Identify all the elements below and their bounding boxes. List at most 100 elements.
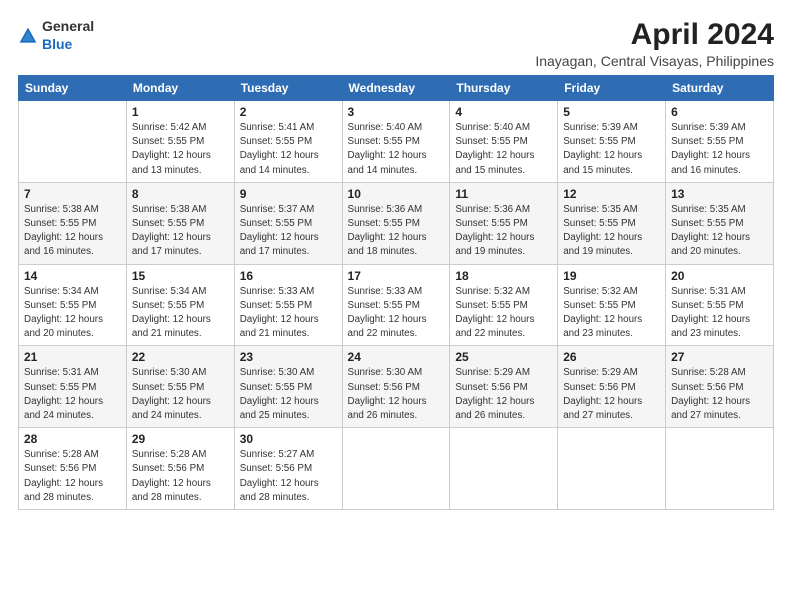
day-cell: 12Sunrise: 5:35 AM Sunset: 5:55 PM Dayli… (558, 182, 666, 264)
day-cell: 13 Sunrise: 5:35 AM Sunset: 5:55 PM Dayli… (666, 182, 774, 264)
day-number: 11 (455, 187, 552, 201)
title-block: April 2024 Inayagan, Central Visayas, Ph… (535, 18, 774, 69)
day-info: Sunrise: 5:38 AM Sunset: 5:55 PM Dayligh… (24, 203, 121, 260)
day-number: 8 (132, 187, 229, 201)
col-header-saturday: Saturday (666, 76, 774, 101)
calendar-table: SundayMondayTuesdayWednesdayThursdayFrid… (18, 75, 774, 510)
week-row-2: 7 Sunrise: 5:38 AM Sunset: 5:55 PM Daylig… (19, 182, 774, 264)
col-header-friday: Friday (558, 76, 666, 101)
day-cell: 30 Sunrise: 5:27 AM Sunset: 5:56 PM Dayli… (234, 428, 342, 510)
day-number: 26 (563, 350, 660, 364)
page: General Blue April 2024 Inayagan, Centra… (0, 0, 792, 520)
day-number: 6 (671, 105, 768, 119)
day-info: Sunrise: 5:32 AM Sunset: 5:55 PM Dayligh… (455, 285, 552, 342)
day-number: 2 (240, 105, 337, 119)
day-info: Sunrise: 5:28 AM Sunset: 5:56 PM Dayligh… (132, 448, 229, 505)
day-number: 1 (132, 105, 229, 119)
day-info: Sunrise: 5:33 AM Sunset: 5:55 PM Dayligh… (348, 285, 445, 342)
day-info: Sunrise: 5:36 AM Sunset: 5:55 PM Dayligh… (455, 203, 552, 260)
day-cell: 15 Sunrise: 5:34 AM Sunset: 5:55 PM Dayli… (126, 264, 234, 346)
day-cell: 25Sunrise: 5:29 AM Sunset: 5:56 PM Dayli… (450, 346, 558, 428)
day-cell (450, 428, 558, 510)
day-info: Sunrise: 5:27 AM Sunset: 5:56 PM Dayligh… (240, 448, 337, 505)
day-info: Sunrise: 5:29 AM Sunset: 5:56 PM Dayligh… (563, 366, 660, 423)
day-cell: 1 Sunrise: 5:42 AM Sunset: 5:55 PM Daylig… (126, 101, 234, 183)
day-number: 29 (132, 432, 229, 446)
day-info: Sunrise: 5:32 AM Sunset: 5:55 PM Dayligh… (563, 285, 660, 342)
week-row-4: 21Sunrise: 5:31 AM Sunset: 5:55 PM Dayli… (19, 346, 774, 428)
day-cell: 4Sunrise: 5:40 AM Sunset: 5:55 PM Daylig… (450, 101, 558, 183)
day-info: Sunrise: 5:40 AM Sunset: 5:55 PM Dayligh… (348, 121, 445, 178)
col-header-wednesday: Wednesday (342, 76, 450, 101)
day-number: 28 (24, 432, 121, 446)
day-cell: 11 Sunrise: 5:36 AM Sunset: 5:55 PM Dayli… (450, 182, 558, 264)
day-cell: 28 Sunrise: 5:28 AM Sunset: 5:56 PM Dayli… (19, 428, 127, 510)
subtitle: Inayagan, Central Visayas, Philippines (535, 53, 774, 69)
day-cell: 27 Sunrise: 5:28 AM Sunset: 5:56 PM Dayli… (666, 346, 774, 428)
day-number: 4 (455, 105, 552, 119)
day-number: 15 (132, 269, 229, 283)
day-info: Sunrise: 5:30 AM Sunset: 5:55 PM Dayligh… (240, 366, 337, 423)
week-row-1: 1 Sunrise: 5:42 AM Sunset: 5:55 PM Daylig… (19, 101, 774, 183)
col-header-monday: Monday (126, 76, 234, 101)
day-number: 22 (132, 350, 229, 364)
day-cell (666, 428, 774, 510)
main-title: April 2024 (535, 18, 774, 51)
logo: General Blue (18, 18, 94, 54)
day-info: Sunrise: 5:41 AM Sunset: 5:55 PM Dayligh… (240, 121, 337, 178)
day-cell: 7 Sunrise: 5:38 AM Sunset: 5:55 PM Daylig… (19, 182, 127, 264)
col-header-thursday: Thursday (450, 76, 558, 101)
day-cell: 29 Sunrise: 5:28 AM Sunset: 5:56 PM Dayli… (126, 428, 234, 510)
day-cell: 18 Sunrise: 5:32 AM Sunset: 5:55 PM Dayli… (450, 264, 558, 346)
day-cell: 21Sunrise: 5:31 AM Sunset: 5:55 PM Dayli… (19, 346, 127, 428)
day-info: Sunrise: 5:31 AM Sunset: 5:55 PM Dayligh… (24, 366, 121, 423)
day-info: Sunrise: 5:39 AM Sunset: 5:55 PM Dayligh… (671, 121, 768, 178)
day-cell: 22 Sunrise: 5:30 AM Sunset: 5:55 PM Dayli… (126, 346, 234, 428)
day-cell: 6 Sunrise: 5:39 AM Sunset: 5:55 PM Daylig… (666, 101, 774, 183)
day-number: 24 (348, 350, 445, 364)
header: General Blue April 2024 Inayagan, Centra… (18, 18, 774, 69)
day-cell: 10 Sunrise: 5:36 AM Sunset: 5:55 PM Dayli… (342, 182, 450, 264)
day-number: 16 (240, 269, 337, 283)
day-cell: 14Sunrise: 5:34 AM Sunset: 5:55 PM Dayli… (19, 264, 127, 346)
day-info: Sunrise: 5:35 AM Sunset: 5:55 PM Dayligh… (671, 203, 768, 260)
day-info: Sunrise: 5:36 AM Sunset: 5:55 PM Dayligh… (348, 203, 445, 260)
day-number: 3 (348, 105, 445, 119)
logo-icon (18, 26, 38, 46)
day-number: 18 (455, 269, 552, 283)
day-cell: 17 Sunrise: 5:33 AM Sunset: 5:55 PM Dayli… (342, 264, 450, 346)
col-header-sunday: Sunday (19, 76, 127, 101)
day-info: Sunrise: 5:33 AM Sunset: 5:55 PM Dayligh… (240, 285, 337, 342)
week-row-3: 14 Sunrise: 5:34 AM Sunset: 5:55 PM Dayli… (19, 264, 774, 346)
logo-blue: Blue (42, 36, 94, 54)
day-cell: 19 Sunrise: 5:32 AM Sunset: 5:55 PM Dayli… (558, 264, 666, 346)
day-cell: 8Sunrise: 5:38 AM Sunset: 5:55 PM Daylig… (126, 182, 234, 264)
day-number: 14 (24, 269, 121, 283)
day-info: Sunrise: 5:28 AM Sunset: 5:56 PM Dayligh… (24, 448, 121, 505)
week-row-5: 28 Sunrise: 5:28 AM Sunset: 5:56 PM Dayli… (19, 428, 774, 510)
day-number: 12 (563, 187, 660, 201)
day-number: 7 (24, 187, 121, 201)
day-info: Sunrise: 5:37 AM Sunset: 5:55 PM Dayligh… (240, 203, 337, 260)
day-cell: 2 Sunrise: 5:41 AM Sunset: 5:55 PM Daylig… (234, 101, 342, 183)
day-number: 25 (455, 350, 552, 364)
day-cell: 9 Sunrise: 5:37 AM Sunset: 5:55 PM Daylig… (234, 182, 342, 264)
col-header-tuesday: Tuesday (234, 76, 342, 101)
day-number: 30 (240, 432, 337, 446)
day-number: 19 (563, 269, 660, 283)
day-info: Sunrise: 5:28 AM Sunset: 5:56 PM Dayligh… (671, 366, 768, 423)
day-info: Sunrise: 5:42 AM Sunset: 5:55 PM Dayligh… (132, 121, 229, 178)
day-cell: 26 Sunrise: 5:29 AM Sunset: 5:56 PM Dayli… (558, 346, 666, 428)
day-number: 10 (348, 187, 445, 201)
day-number: 27 (671, 350, 768, 364)
header-row: SundayMondayTuesdayWednesdayThursdayFrid… (19, 76, 774, 101)
day-number: 13 (671, 187, 768, 201)
day-info: Sunrise: 5:30 AM Sunset: 5:55 PM Dayligh… (132, 366, 229, 423)
day-cell: 3 Sunrise: 5:40 AM Sunset: 5:55 PM Daylig… (342, 101, 450, 183)
day-cell: 16 Sunrise: 5:33 AM Sunset: 5:55 PM Dayli… (234, 264, 342, 346)
day-cell (19, 101, 127, 183)
day-number: 9 (240, 187, 337, 201)
day-info: Sunrise: 5:31 AM Sunset: 5:55 PM Dayligh… (671, 285, 768, 342)
day-info: Sunrise: 5:34 AM Sunset: 5:55 PM Dayligh… (132, 285, 229, 342)
day-number: 17 (348, 269, 445, 283)
